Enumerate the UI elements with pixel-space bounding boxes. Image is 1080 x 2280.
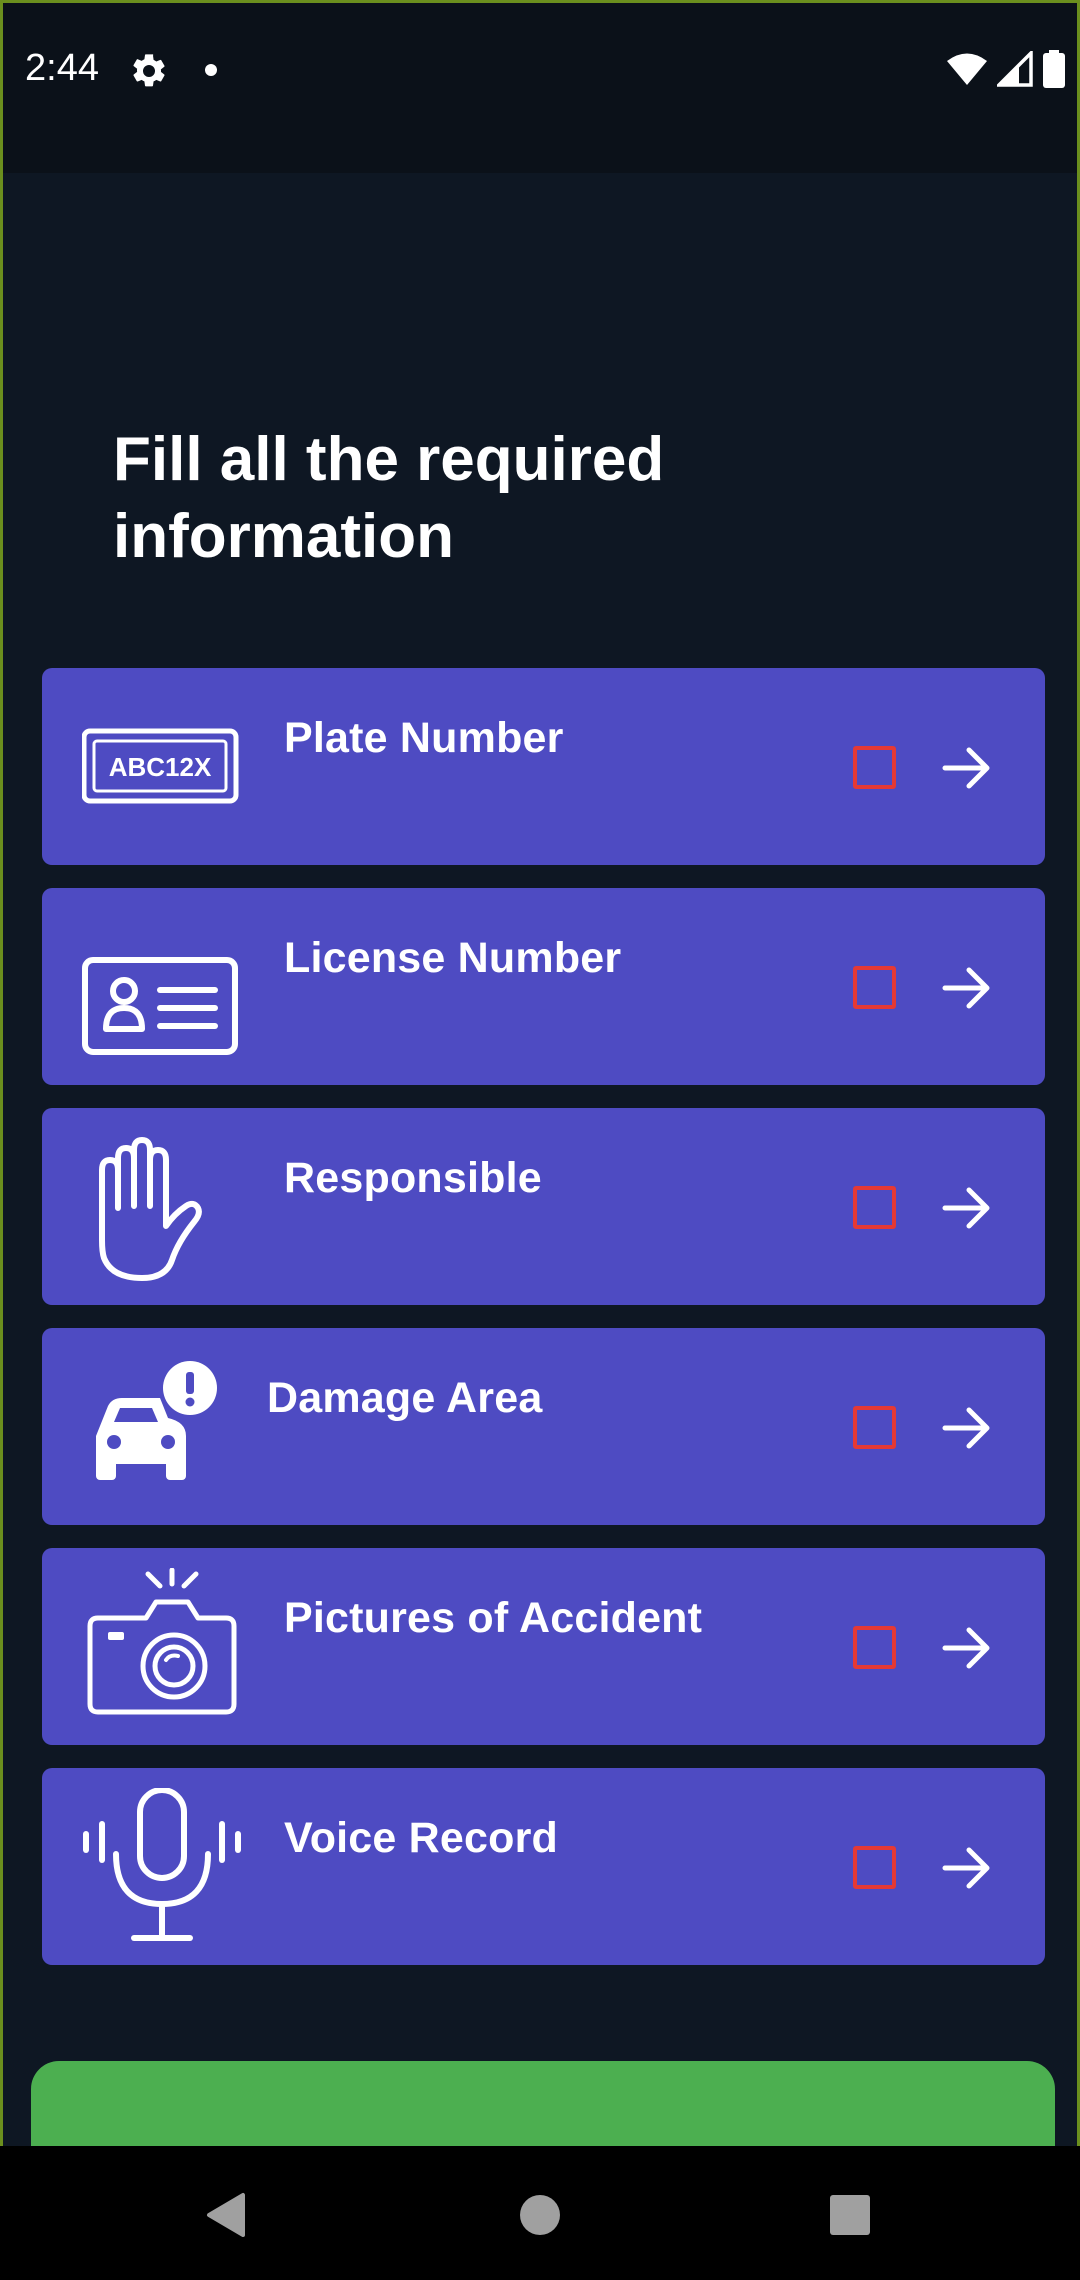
arrow-right-icon[interactable] [941,1622,993,1674]
recents-button[interactable] [805,2170,895,2260]
signal-icon [997,51,1033,87]
card-license-number[interactable]: License Number [42,888,1045,1085]
damage-area-checkbox[interactable] [853,1406,896,1449]
navigation-bar [0,2146,1080,2280]
card-damage-area[interactable]: Damage Area [42,1328,1045,1525]
card-label: Pictures of Accident [284,1594,703,1642]
back-button[interactable] [180,2170,270,2260]
wifi-icon [947,53,987,85]
plate-icon-text: ABC12X [109,752,212,782]
arrow-right-icon[interactable] [941,1402,993,1454]
car-alert-icon [96,1361,217,1480]
recents-icon [830,2195,870,2235]
camera-icon [87,1568,237,1715]
status-bar: 2:44 [3,3,1077,173]
plate-number-checkbox[interactable] [853,746,896,789]
arrow-right-icon[interactable] [941,742,993,794]
license-number-checkbox[interactable] [853,966,896,1009]
arrow-right-icon[interactable] [941,1842,993,1894]
card-label: Plate Number [284,714,564,762]
home-button[interactable] [495,2170,585,2260]
card-responsible[interactable]: Responsible [42,1108,1045,1305]
page-title: Fill all the required information [113,425,665,571]
hand-icon [99,1137,202,1281]
pictures-of-accident-checkbox[interactable] [853,1626,896,1669]
submit-button[interactable] [31,2061,1055,2151]
card-plate-number[interactable]: ABC12X Plate Number [42,668,1045,865]
battery-icon [1043,50,1065,88]
card-label: Damage Area [267,1374,543,1422]
status-time: 2:44 [25,47,99,89]
arrow-right-icon[interactable] [941,962,993,1014]
back-icon [207,2193,245,2237]
card-pictures-of-accident[interactable]: Pictures of Accident [42,1548,1045,1745]
voice-record-checkbox[interactable] [853,1846,896,1889]
card-label: License Number [284,934,622,982]
arrow-right-icon[interactable] [941,1182,993,1234]
microphone-icon [83,1788,241,1941]
card-label: Responsible [284,1154,542,1202]
app-screen: 2:44 Fill all the required information A [0,0,1080,2280]
card-label: Voice Record [284,1814,559,1862]
gear-icon [133,54,165,87]
id-card-icon [82,957,238,1055]
home-icon [520,2195,560,2235]
notification-dot [205,64,217,76]
license-plate-icon: ABC12X [82,728,239,804]
status-icons [947,49,1065,89]
responsible-checkbox[interactable] [853,1186,896,1229]
card-voice-record[interactable]: Voice Record [42,1768,1045,1965]
